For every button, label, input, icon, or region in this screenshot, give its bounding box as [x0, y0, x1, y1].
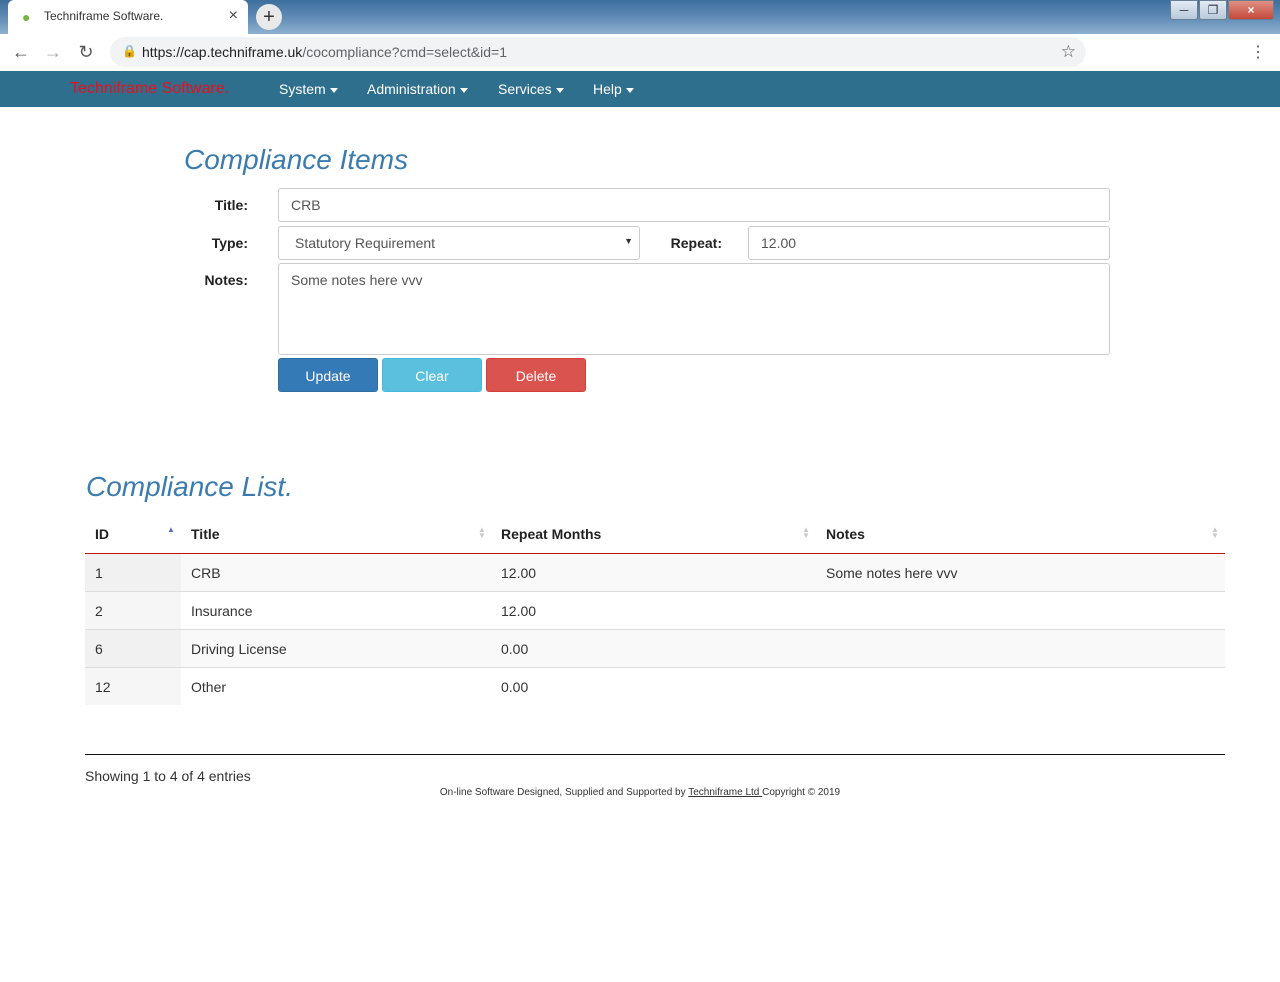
cell-repeat: 0.00: [501, 679, 529, 695]
sort-both-icon[interactable]: ▲ ▼: [802, 526, 810, 540]
sort-both-icon[interactable]: ▲ ▼: [478, 526, 486, 540]
caret-down-icon: [555, 87, 564, 93]
close-icon[interactable]: ×: [1228, 0, 1274, 20]
url-host: https://cap.techniframe.uk: [142, 44, 303, 60]
notes-textarea[interactable]: Some notes here vvv: [278, 263, 1110, 355]
menu-services[interactable]: Services: [498, 81, 564, 97]
type-label: Type:: [211, 235, 248, 251]
type-select-value: Statutory Requirement: [295, 235, 436, 251]
new-tab-button[interactable]: +: [256, 4, 282, 30]
repeat-input[interactable]: 12.00: [748, 226, 1110, 260]
cell-notes: Some notes here vvv: [826, 565, 958, 581]
minimize-icon[interactable]: ─: [1170, 0, 1198, 20]
browser-tab[interactable]: ● Techniframe Software. ×: [8, 0, 248, 34]
menu-help[interactable]: Help: [593, 81, 634, 97]
table-row[interactable]: 1 CRB 12.00 Some notes here vvv: [85, 554, 1225, 592]
back-icon[interactable]: ←: [10, 42, 32, 63]
menu-services-label: Services: [498, 81, 552, 97]
address-bar[interactable]: 🔒 https://cap.techniframe.uk/cocomplianc…: [110, 37, 1086, 67]
cell-id: 2: [95, 603, 103, 619]
cell-title: Driving License: [191, 641, 287, 657]
browser-menu-icon[interactable]: ⋮: [1250, 42, 1266, 62]
title-input[interactable]: CRB: [278, 188, 1110, 222]
sort-both-icon[interactable]: ▲ ▼: [1211, 526, 1219, 540]
url-path: /cocompliance?cmd=select&id=1: [302, 44, 507, 60]
url-text: https://cap.techniframe.uk/cocompliance?…: [142, 44, 507, 60]
browser-toolbar: ← → ↻ 🔒 https://cap.techniframe.uk/cocom…: [0, 34, 1280, 72]
window-controls: ─ ❐ ×: [1169, 0, 1274, 20]
menu-administration-label: Administration: [367, 81, 456, 97]
cell-title: Insurance: [191, 603, 253, 619]
cell-repeat: 12.00: [501, 603, 537, 619]
select-arrow-icon: ▼: [624, 236, 633, 246]
title-label: Title:: [214, 197, 248, 213]
cell-repeat: 0.00: [501, 641, 529, 657]
notes-label: Notes:: [204, 272, 248, 288]
sort-asc-icon[interactable]: ▲: [167, 526, 175, 534]
compliance-table: ID ▲ Title ▲ ▼ Repeat Months ▲ ▼ Notes ▲ ▼ …: [85, 515, 1225, 705]
compliance-list-heading: Compliance List.: [86, 471, 293, 502]
table-row[interactable]: 2 Insurance 12.00: [85, 592, 1225, 630]
footer-company-link[interactable]: Techniframe Ltd: [688, 787, 762, 798]
forward-icon[interactable]: →: [42, 42, 64, 63]
menu-system-label: System: [279, 81, 326, 97]
table-header: ID ▲ Title ▲ ▼ Repeat Months ▲ ▼ Notes ▲ ▼: [85, 515, 1225, 554]
type-select[interactable]: Statutory Requirement ▼: [278, 226, 640, 260]
app-navbar: Techniframe Software. System Administrat…: [0, 71, 1280, 107]
column-header-title[interactable]: Title: [191, 526, 220, 542]
column-header-notes[interactable]: Notes: [826, 526, 865, 542]
caret-down-icon: [329, 87, 338, 93]
footer-prefix: On-line Software Designed, Supplied and …: [439, 787, 689, 798]
bookmark-star-icon[interactable]: ☆: [1061, 42, 1076, 62]
page-footer: On-line Software Designed, Supplied and …: [0, 787, 1280, 798]
table-footer-divider: [85, 754, 1225, 755]
column-header-id[interactable]: ID: [95, 526, 109, 542]
update-button[interactable]: Update: [278, 358, 378, 392]
favicon-icon: ●: [22, 9, 31, 25]
repeat-label: Repeat:: [670, 235, 722, 251]
restore-icon[interactable]: ❐: [1199, 0, 1227, 20]
caret-down-icon: [625, 87, 634, 93]
table-row[interactable]: 12 Other 0.00: [85, 668, 1225, 705]
menu-help-label: Help: [593, 81, 622, 97]
compliance-items-heading: Compliance Items: [184, 144, 409, 175]
cell-id: 12: [95, 679, 111, 695]
cell-id: 1: [95, 565, 103, 581]
tab-close-icon[interactable]: ×: [229, 7, 238, 25]
cell-title: CRB: [191, 565, 221, 581]
tab-title: Techniframe Software.: [44, 9, 164, 23]
menu-system[interactable]: System: [279, 81, 338, 97]
lock-icon: 🔒: [122, 44, 137, 58]
cell-id: 6: [95, 641, 103, 657]
menu-administration[interactable]: Administration: [367, 81, 468, 97]
clear-button[interactable]: Clear: [382, 358, 482, 392]
footer-copyright: Copyright © 2019: [762, 787, 841, 798]
browser-tabstrip: ● Techniframe Software. × + ─ ❐ ×: [0, 0, 1280, 34]
reload-icon[interactable]: ↻: [75, 42, 97, 63]
caret-down-icon: [459, 87, 468, 93]
column-header-repeat-months[interactable]: Repeat Months: [501, 526, 601, 542]
cell-title: Other: [191, 679, 227, 695]
delete-button[interactable]: Delete: [486, 358, 586, 392]
brand-logo[interactable]: Techniframe Software.: [70, 80, 229, 98]
cell-repeat: 12.00: [501, 565, 537, 581]
table-row[interactable]: 6 Driving License 0.00: [85, 630, 1225, 668]
table-info: Showing 1 to 4 of 4 entries: [85, 768, 251, 784]
